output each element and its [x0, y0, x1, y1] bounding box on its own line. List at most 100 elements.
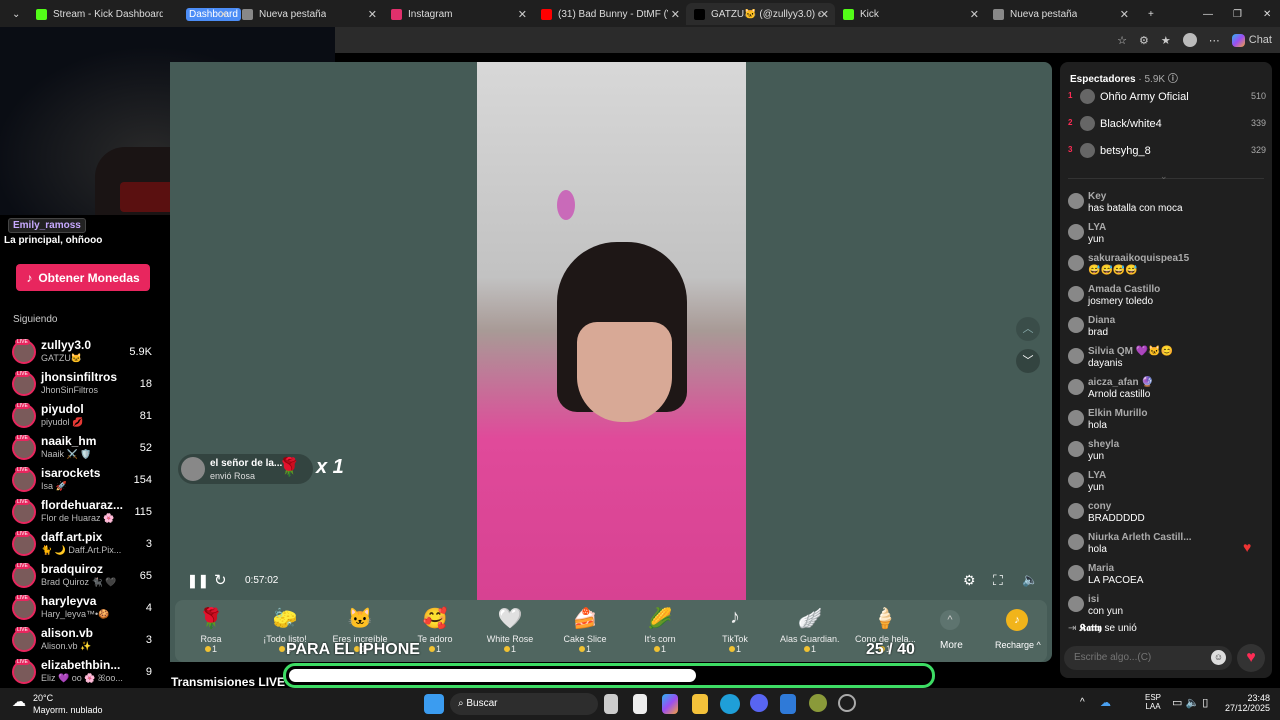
pause-button[interactable]: ❚❚ — [187, 573, 209, 589]
previous-live-button[interactable]: ︿ — [1016, 317, 1040, 341]
following-item[interactable]: naaik_hmNaaik ⚔️ 🛡️ 52 — [12, 434, 158, 466]
tray-chevron-icon[interactable]: ^ — [1080, 697, 1085, 708]
chat-message[interactable]: LYA yun — [1068, 470, 1268, 500]
user-chip[interactable]: Emily_ramoss — [8, 218, 86, 233]
expand-gifts-icon[interactable]: ^ — [940, 610, 960, 630]
chat-message[interactable]: Elkin Murillo hola — [1068, 408, 1268, 438]
gift-item[interactable]: 🌽 It's corn 1 — [630, 606, 690, 654]
settings-button[interactable]: ⚙ — [963, 572, 976, 589]
chat-message[interactable]: Amada Castillo josmery toledo — [1068, 284, 1268, 314]
temperature[interactable]: 20°C — [33, 693, 53, 703]
following-item[interactable]: alison.vbAlison.vb ✨ 3 — [12, 626, 158, 658]
like-button[interactable]: ♥ — [1237, 644, 1265, 672]
chat-input[interactable]: ☺ — [1064, 646, 1232, 670]
clock[interactable]: 23:48 27/12/2025 — [1225, 693, 1270, 713]
close-tab-icon[interactable]: ✕ — [219, 8, 228, 21]
video-frame[interactable] — [477, 62, 746, 600]
file-explorer-icon[interactable] — [692, 694, 708, 714]
following-item[interactable]: haryleyvaHary_leyva™•🍪 4 — [12, 594, 158, 626]
discord-icon[interactable] — [750, 694, 768, 712]
chat-message[interactable]: aicza_afan 🔮 Arnold castillo — [1068, 377, 1268, 407]
viewers-header[interactable]: Espectadores · 5.9K ⓘ — [1070, 70, 1178, 85]
get-coins-button[interactable]: ♪ Obtener Monedas — [16, 264, 150, 291]
favorites-icon[interactable]: ★ — [1161, 34, 1171, 47]
chat-message[interactable]: cony BRADDDDD — [1068, 501, 1268, 531]
edge-icon[interactable] — [720, 694, 740, 714]
profile-avatar[interactable] — [1182, 33, 1197, 47]
following-item[interactable]: bradquirozBrad Quiroz 🐈‍⬛ 🖤 65 — [12, 562, 158, 594]
chat-message[interactable]: sakuraaikoquispea15 😅😅😅😅 — [1068, 253, 1268, 283]
language-indicator[interactable]: ESP LAA — [1145, 693, 1161, 711]
close-tab-icon[interactable]: ✕ — [368, 8, 377, 21]
emoji-icon[interactable]: ☺ — [1211, 650, 1226, 665]
gift-item[interactable]: 🪽 Alas Guardian... 1 — [780, 606, 840, 654]
fullscreen-button[interactable]: ⛶ — [993, 572, 1003, 589]
browser-tab[interactable]: Nueva pestaña ✕ — [985, 3, 1135, 25]
chat-message[interactable]: LYA yun — [1068, 222, 1268, 252]
gift-item[interactable]: ♪ TikTok 1 — [705, 606, 765, 654]
browser-tab[interactable]: (31) Bad Bunny - DtMF (Vid✕ — [533, 3, 686, 25]
help-icon[interactable]: ⓘ — [1168, 74, 1178, 85]
refresh-button[interactable]: ↻ — [214, 571, 227, 589]
more-gifts-button[interactable]: More — [940, 640, 963, 651]
expand-icon[interactable]: ⌄ — [1160, 171, 1168, 182]
following-item[interactable]: zullyy3.0GATZU🐱 5.9K — [12, 338, 158, 370]
following-subtitle: piyudol 💋 — [41, 417, 84, 427]
new-tab-button[interactable]: + — [1140, 3, 1162, 25]
close-window-button[interactable]: ✕ — [1255, 3, 1279, 25]
copilot-icon[interactable] — [662, 694, 678, 714]
weather-text[interactable]: Mayorm. nublado — [33, 705, 103, 715]
next-live-button[interactable]: ﹀ — [1016, 349, 1040, 373]
gift-item[interactable]: 🌹 Rosa 1 — [181, 606, 241, 654]
chat-message[interactable]: Silvia QM 💜🐱😊 dayanis — [1068, 346, 1268, 376]
obs-icon[interactable] — [838, 694, 856, 712]
close-tab-icon[interactable]: ✕ — [518, 8, 527, 21]
start-button[interactable] — [424, 694, 444, 714]
chat-message[interactable]: Niurka Arleth Castill... hola — [1068, 532, 1268, 562]
copilot-chat-button[interactable]: Chat — [1231, 33, 1272, 47]
close-tab-icon[interactable]: ✕ — [1120, 8, 1129, 21]
top-viewer[interactable]: 2 Black/white4 339 — [1068, 116, 1266, 136]
recharge-button[interactable]: ♪ Recharge ^ — [987, 600, 1047, 662]
following-item[interactable]: flordehuaraz...Flor de Huaraz 🌸 115 — [12, 498, 158, 530]
maximize-button[interactable]: ❐ — [1225, 3, 1250, 25]
store-icon[interactable] — [633, 694, 647, 714]
app-icon[interactable] — [809, 694, 827, 712]
extensions-icon[interactable]: ⚙ — [1139, 34, 1149, 47]
task-view-icon[interactable] — [604, 694, 618, 714]
chat-message[interactable]: isi con yun — [1068, 594, 1268, 624]
top-viewer[interactable]: 1 Ohño Army Oficial 510 — [1068, 89, 1266, 109]
browser-tab[interactable]: Instagram ✕ — [383, 3, 533, 25]
following-item[interactable]: elizabethbin...Eliz 💜 oo 🌸 ꕤoo... 9 — [12, 658, 158, 690]
close-tab-icon[interactable]: ✕ — [820, 8, 829, 21]
top-viewer[interactable]: 3 betsyhg_8 329 — [1068, 143, 1266, 163]
live-player[interactable]: ︿ ﹀ el señor de la... envió Rosa 🌹 x 1 ❚… — [170, 62, 1052, 662]
chat-message[interactable]: sheyla yun — [1068, 439, 1268, 469]
gift-item[interactable]: 🤍 White Rose 1 — [480, 606, 540, 654]
close-tab-icon[interactable]: ✕ — [970, 8, 979, 21]
volume-button[interactable]: 🔈 — [1022, 572, 1038, 588]
close-tab-icon[interactable]: ✕ — [671, 8, 680, 21]
paint-icon[interactable] — [780, 694, 796, 714]
following-item[interactable]: jhonsinfiltrosJhonSinFiltros 18 — [12, 370, 158, 402]
following-item[interactable]: piyudolpiyudol 💋 81 — [12, 402, 158, 434]
browser-tab[interactable]: Nueva pestaña ✕ — [234, 3, 383, 25]
following-item[interactable]: daff.art.pix🐈 🌙 Daff.Art.Pix... 3 — [12, 530, 158, 562]
following-item[interactable]: isarocketsIsa 🚀 154 — [12, 466, 158, 498]
network-volume-battery-icons[interactable]: ▭ 🔈 ▯ — [1172, 696, 1208, 709]
tab-list-button[interactable]: ⌄ — [4, 3, 24, 25]
browser-tab[interactable]: GATZU🐱 (@zullyy3.0) est ✕ — [686, 3, 835, 25]
taskbar-search[interactable]: ⌕ Buscar — [450, 693, 598, 715]
minimize-button[interactable]: — — [1195, 3, 1221, 25]
browser-tab[interactable]: Dashboard ✕ — [178, 3, 241, 25]
chat-input-field[interactable] — [1074, 652, 1204, 663]
onedrive-icon[interactable]: ☁ — [1100, 696, 1111, 709]
chat-message[interactable]: Maria LA PACOEA — [1068, 563, 1268, 593]
more-icon[interactable]: ⋯ — [1209, 34, 1220, 47]
gift-item[interactable]: 🍰 Cake Slice 1 — [555, 606, 615, 654]
browser-tab[interactable]: Kick ✕ — [835, 3, 985, 25]
chat-message[interactable]: Key has batalla con moca — [1068, 191, 1268, 221]
star-icon[interactable]: ☆ — [1117, 34, 1127, 47]
chat-message[interactable]: Diana brad — [1068, 315, 1268, 345]
browser-tab[interactable]: Stream - Kick Dashboard — [28, 3, 178, 25]
